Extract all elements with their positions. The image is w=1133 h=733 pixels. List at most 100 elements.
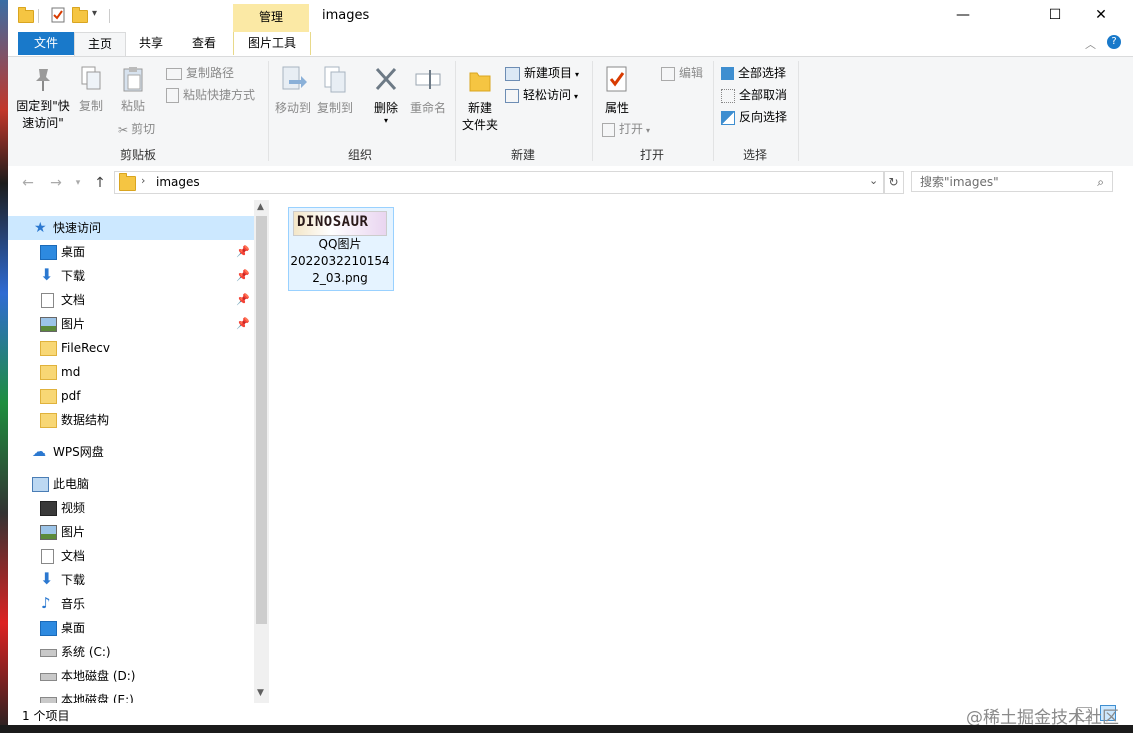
search-input[interactable]: 搜索"images" ⌕	[911, 171, 1113, 192]
nav-pc-documents[interactable]: 文档	[8, 544, 254, 568]
nav-item-pdf[interactable]: pdf	[8, 384, 254, 408]
delete-label: 删除	[373, 101, 398, 115]
paste-button[interactable]: 粘贴	[116, 65, 150, 115]
breadcrumb-images[interactable]: images	[156, 175, 200, 189]
nav-item-md[interactable]: md	[8, 360, 254, 384]
system-drive-icon	[40, 649, 57, 657]
properties-quick-icon[interactable]	[50, 7, 66, 23]
nav-pc-videos[interactable]: 视频	[8, 496, 254, 520]
nav-pc-drive-d[interactable]: 本地磁盘 (D:)	[8, 664, 254, 688]
close-button[interactable]: ✕	[1078, 0, 1124, 31]
select-none-button[interactable]: 全部取消	[721, 85, 787, 105]
easy-access-button[interactable]: 轻松访问 ▾	[505, 85, 578, 105]
picture-icon	[40, 525, 57, 540]
nav-item-filerecv[interactable]: FileRecv	[8, 336, 254, 360]
breadcrumb-chevron-icon[interactable]: ›	[141, 174, 145, 187]
desktop-icon	[40, 245, 57, 260]
invert-selection-icon	[721, 110, 735, 125]
select-group-label: 选择	[742, 148, 767, 162]
move-to-button[interactable]: 移动到	[273, 65, 313, 117]
nav-item-downloads[interactable]: ⬇ 下载 📌	[8, 264, 254, 288]
ribbon: 固定到"快 速访问" 复制 粘贴 复制路径 粘贴快捷方式 ✂ 剪切 剪贴板 移动到…	[8, 56, 1133, 167]
search-placeholder: 搜索"images"	[920, 175, 999, 189]
copy-path-icon	[166, 67, 182, 80]
file-list-area[interactable]	[269, 200, 1133, 703]
nav-item-desktop[interactable]: 桌面 📌	[8, 240, 254, 264]
open-icon	[602, 122, 615, 137]
nav-pc-drive-c[interactable]: 系统 (C:)	[8, 640, 254, 664]
new-item-button[interactable]: 新建项目 ▾	[505, 63, 579, 83]
nav-item-documents[interactable]: 文档 📌	[8, 288, 254, 312]
move-to-icon	[282, 66, 307, 90]
nav-pc-drive-e[interactable]: 本地磁盘 (E:)	[8, 688, 254, 703]
scroll-up-icon[interactable]: ▲	[257, 202, 264, 212]
scissors-icon: ✂	[118, 122, 129, 137]
nav-quick-access[interactable]: ★ 快速访问	[8, 216, 254, 240]
pinned-icon: 📌	[236, 317, 250, 330]
properties-icon	[606, 66, 627, 92]
scroll-down-icon[interactable]: ▼	[257, 688, 264, 698]
divider	[38, 9, 39, 23]
minimize-button[interactable]: —	[940, 0, 986, 31]
delete-button[interactable]: 删除 ▾	[367, 65, 405, 125]
collapse-ribbon-icon[interactable]: ︿	[1085, 36, 1096, 52]
pin-to-quick-access-button[interactable]: 固定到"快 速访问"	[12, 65, 74, 132]
rename-label: 重命名	[409, 101, 446, 115]
refresh-button[interactable]: ↻	[883, 171, 904, 194]
tab-view[interactable]: 查看	[178, 32, 230, 55]
pinned-icon: 📌	[236, 245, 250, 258]
cloud-icon: ☁	[32, 444, 46, 460]
tab-file[interactable]: 文件	[18, 32, 74, 55]
copy-to-button[interactable]: 复制到	[315, 65, 355, 117]
recent-locations-icon[interactable]: ▾	[68, 174, 88, 192]
divider	[109, 9, 110, 23]
easy-access-dropdown-icon: ▾	[574, 92, 579, 101]
tab-picture-tools[interactable]: 图片工具	[233, 32, 311, 55]
paste-shortcut-label: 粘贴快捷方式	[183, 88, 256, 102]
new-folder-quick-icon[interactable]	[72, 7, 88, 23]
nav-pc-desktop[interactable]: 桌面	[8, 616, 254, 640]
nav-pc-pictures[interactable]: 图片	[8, 520, 254, 544]
new-folder-button[interactable]: 新建 文件夹	[459, 65, 501, 134]
paste-shortcut-button[interactable]: 粘贴快捷方式	[166, 85, 255, 105]
customize-quick-access-icon[interactable]: ▾	[92, 8, 97, 19]
group-separator	[592, 61, 593, 161]
nav-scroll-thumb[interactable]	[256, 216, 267, 624]
maximize-button[interactable]: ☐	[1032, 0, 1078, 31]
up-button[interactable]: ↑	[90, 174, 110, 192]
invert-selection-button[interactable]: 反向选择	[721, 107, 787, 127]
drive-icon	[40, 673, 57, 681]
pin-label-line2: 速访问"	[22, 116, 64, 130]
copy-path-button[interactable]: 复制路径	[166, 63, 234, 83]
tab-share[interactable]: 共享	[126, 32, 176, 55]
cut-button[interactable]: ✂ 剪切	[118, 119, 155, 139]
new-folder-label-2: 文件夹	[461, 118, 498, 132]
tab-home[interactable]: 主页	[74, 32, 126, 57]
new-item-icon	[505, 66, 520, 81]
select-all-button[interactable]: 全部选择	[721, 63, 786, 83]
delete-dropdown-icon[interactable]: ▾	[367, 117, 405, 125]
thumbnail-text: DINOSAUR	[297, 214, 369, 230]
nav-this-pc[interactable]: 此电脑	[8, 472, 254, 496]
download-arrow-icon: ⬇	[40, 265, 54, 284]
properties-button[interactable]: 属性	[600, 65, 634, 117]
nav-wps-cloud[interactable]: ☁ WPS网盘	[8, 440, 254, 464]
copy-button[interactable]: 复制	[76, 65, 106, 115]
address-dropdown-icon[interactable]: ⌄	[869, 174, 878, 187]
nav-pc-music[interactable]: ♪ 音乐	[8, 592, 254, 616]
forward-button[interactable]: →	[46, 174, 66, 192]
address-bar[interactable]: › images ⌄	[114, 171, 885, 194]
file-thumbnail: DINOSAUR	[293, 211, 387, 236]
download-arrow-icon: ⬇	[40, 569, 54, 588]
nav-item-data-structures[interactable]: 数据结构	[8, 408, 254, 432]
edit-button[interactable]: 编辑	[661, 63, 703, 83]
open-button[interactable]: 打开 ▾	[602, 119, 650, 139]
nav-pc-downloads[interactable]: ⬇ 下载	[8, 568, 254, 592]
help-icon[interactable]: ?	[1107, 35, 1121, 49]
nav-item-pictures[interactable]: 图片 📌	[8, 312, 254, 336]
back-button[interactable]: ←	[18, 174, 38, 192]
open-dropdown-icon: ▾	[646, 126, 651, 135]
open-group-label: 打开	[639, 148, 664, 162]
new-item-dropdown-icon: ▾	[575, 70, 580, 79]
rename-button[interactable]: 重命名	[408, 65, 448, 117]
